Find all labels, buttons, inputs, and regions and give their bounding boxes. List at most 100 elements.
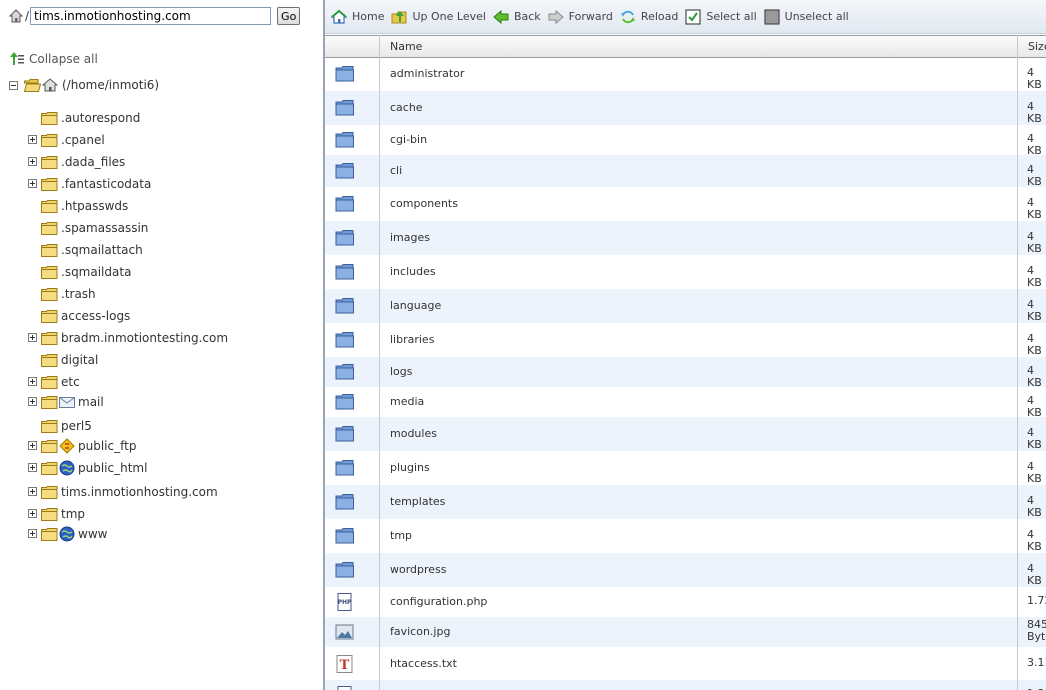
table-row[interactable]: wordpress 4 KB	[325, 553, 1046, 587]
file-size-cell: 4 KB	[1027, 395, 1042, 419]
reload-button[interactable]: Reload	[620, 7, 678, 27]
folder-icon	[41, 221, 58, 235]
tree-item[interactable]: .autorespond	[41, 108, 140, 128]
table-row[interactable]: components 4 KB	[325, 187, 1046, 221]
file-name-cell[interactable]: components	[390, 197, 458, 210]
table-row[interactable]: PHP configuration.php 1.72	[325, 587, 1046, 617]
table-row[interactable]: cache 4 KB	[325, 91, 1046, 125]
table-row[interactable]: plugins 4 KB	[325, 451, 1046, 485]
tree-item[interactable]: public_ftp	[41, 436, 136, 456]
tree-item[interactable]: access-logs	[41, 306, 130, 326]
tree-item[interactable]: bradm.inmotiontesting.com	[41, 328, 228, 348]
tree-item[interactable]: .sqmaildata	[41, 262, 131, 282]
table-row[interactable]: Thtaccess.txt 3.11	[325, 647, 1046, 680]
file-name-cell[interactable]: wordpress	[390, 563, 447, 576]
folder-icon	[41, 485, 58, 499]
tree-item[interactable]: mail	[41, 392, 104, 412]
folder-icon	[41, 353, 58, 367]
expand-node-icon[interactable]	[28, 397, 37, 406]
table-row[interactable]: media 4 KB	[325, 387, 1046, 419]
table-row[interactable]: templates 4 KB	[325, 485, 1046, 519]
expand-node-icon[interactable]	[28, 509, 37, 518]
unselect-all-button[interactable]: Unselect all	[764, 7, 849, 27]
file-name-cell[interactable]: logs	[390, 365, 413, 378]
tree-item[interactable]: tims.inmotionhosting.com	[41, 482, 218, 502]
tree-item[interactable]: digital	[41, 350, 98, 370]
table-row[interactable]: tmp 4 KB	[325, 519, 1046, 553]
file-name-cell[interactable]: tmp	[390, 529, 412, 542]
table-row[interactable]: cli 4 KB	[325, 155, 1046, 188]
home-icon	[331, 9, 347, 24]
forward-button[interactable]: Forward	[548, 7, 613, 27]
file-name-cell[interactable]: favicon.jpg	[390, 625, 450, 638]
tree-item[interactable]: .cpanel	[41, 130, 105, 150]
file-name-cell[interactable]: cgi-bin	[390, 133, 427, 146]
path-input[interactable]	[30, 7, 272, 25]
file-size-cell: 4 KB	[1027, 133, 1042, 157]
folder-icon	[335, 100, 354, 116]
tree-item[interactable]: tmp	[41, 504, 85, 524]
folder-icon	[41, 527, 58, 541]
go-button[interactable]: Go	[277, 7, 301, 25]
expand-node-icon[interactable]	[28, 179, 37, 188]
php-file-icon: PHP	[337, 686, 352, 690]
file-name-cell[interactable]: configuration.php	[390, 595, 487, 608]
size-column-header[interactable]: Size	[1028, 36, 1046, 57]
expand-node-icon[interactable]	[28, 333, 37, 342]
table-row[interactable]: libraries 4 KB	[325, 323, 1046, 357]
tree-item[interactable]: .sqmailattach	[41, 240, 143, 260]
up-one-level-button[interactable]: Up One Level	[391, 7, 486, 27]
expand-node-icon[interactable]	[28, 377, 37, 386]
file-name-cell[interactable]: language	[390, 299, 441, 312]
reload-label: Reload	[640, 10, 679, 23]
expand-node-icon[interactable]	[28, 135, 37, 144]
table-row[interactable]: cgi-bin 4 KB	[325, 125, 1046, 157]
tree-item[interactable]: .trash	[41, 284, 96, 304]
expand-node-icon[interactable]	[28, 441, 37, 450]
file-name-cell[interactable]: htaccess.txt	[390, 657, 457, 670]
expand-node-icon[interactable]	[28, 529, 37, 538]
table-row[interactable]: administrator 4 KB	[325, 57, 1046, 91]
expand-node-icon[interactable]	[28, 157, 37, 166]
home-button[interactable]: Home	[331, 7, 384, 27]
expand-node-icon[interactable]	[28, 463, 37, 472]
file-size-cell: 4 KB	[1027, 461, 1042, 485]
tree-item[interactable]: www	[41, 524, 107, 544]
tree-root[interactable]: (/home/inmoti6)	[9, 75, 159, 95]
select-all-button[interactable]: Select all	[685, 7, 757, 27]
tree-item[interactable]: .htpasswds	[41, 196, 128, 216]
table-row[interactable]: logs 4 KB	[325, 357, 1046, 389]
table-row[interactable]: includes 4 KB	[325, 255, 1046, 289]
folder-icon	[41, 395, 58, 409]
file-name-cell[interactable]: administrator	[390, 67, 464, 80]
tree-item[interactable]: perl5	[41, 416, 92, 436]
tree-item[interactable]: etc	[41, 372, 80, 392]
file-size-cell: 4 KB	[1027, 197, 1042, 221]
table-row[interactable]: language 4 KB	[325, 289, 1046, 323]
path-slash: /	[25, 9, 30, 23]
tree-item[interactable]: .spamassassin	[41, 218, 148, 238]
collapse-all-link[interactable]: Collapse all	[9, 52, 98, 66]
file-size-cell: 4 KB	[1027, 365, 1042, 389]
name-column-header[interactable]: Name	[390, 36, 422, 57]
expand-node-icon[interactable]	[28, 487, 37, 496]
file-name-cell[interactable]: cli	[390, 164, 402, 177]
file-name-cell[interactable]: includes	[390, 265, 436, 278]
file-name-cell[interactable]: plugins	[390, 461, 430, 474]
tree-item[interactable]: .dada_files	[41, 152, 125, 172]
back-button[interactable]: Back	[493, 7, 541, 27]
collapse-node-icon[interactable]	[9, 80, 18, 90]
table-row[interactable]: images 4 KB	[325, 221, 1046, 255]
file-name-cell[interactable]: libraries	[390, 333, 434, 346]
table-row[interactable]: favicon.jpg 845 Byte	[325, 617, 1046, 647]
file-size-cell: 4 KB	[1027, 67, 1042, 91]
file-name-cell[interactable]: images	[390, 231, 430, 244]
file-name-cell[interactable]: modules	[390, 427, 437, 440]
tree-item[interactable]: .fantasticodata	[41, 174, 151, 194]
table-row[interactable]: PHPindex.php1.36	[325, 680, 1046, 690]
file-name-cell[interactable]: media	[390, 395, 424, 408]
tree-item[interactable]: public_html	[41, 458, 147, 478]
file-name-cell[interactable]: cache	[390, 101, 423, 114]
file-name-cell[interactable]: templates	[390, 495, 445, 508]
table-row[interactable]: modules 4 KB	[325, 417, 1046, 451]
